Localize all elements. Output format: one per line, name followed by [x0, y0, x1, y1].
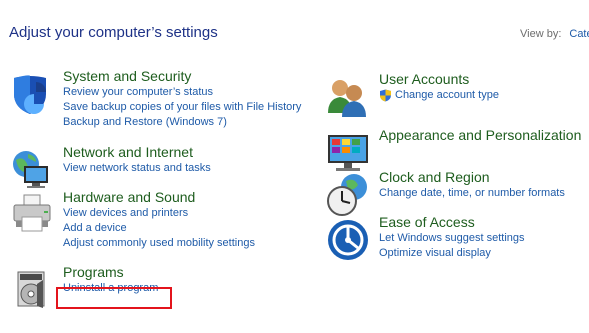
view-by-dropdown[interactable]: Cate	[569, 28, 589, 40]
category-title[interactable]: User Accounts	[379, 71, 499, 88]
link-mobility-settings[interactable]: Adjust commonly used mobility settings	[63, 236, 255, 251]
link-label: Change account type	[395, 89, 499, 101]
link-file-history[interactable]: Save backup copies of your files with Fi…	[63, 100, 301, 115]
page-title: Adjust your computer’s settings	[9, 24, 218, 41]
category-title[interactable]: Ease of Access	[379, 214, 525, 231]
category-title[interactable]: Hardware and Sound	[63, 189, 255, 206]
category-title[interactable]: System and Security	[63, 68, 301, 85]
view-by: View by: Cate	[520, 28, 589, 40]
network-globe-icon[interactable]	[10, 148, 54, 192]
link-review-status[interactable]: Review your computer’s status	[63, 85, 301, 100]
uac-shield-icon	[380, 89, 391, 102]
link-windows-suggest[interactable]: Let Windows suggest settings	[379, 231, 525, 246]
category-title[interactable]: Programs	[63, 264, 158, 281]
link-devices-printers[interactable]: View devices and printers	[63, 206, 255, 221]
clock-globe-icon[interactable]	[326, 173, 370, 217]
monitor-palette-icon[interactable]	[326, 131, 370, 175]
link-date-time-formats[interactable]: Change date, time, or number formats	[379, 186, 565, 201]
category-title[interactable]: Clock and Region	[379, 169, 565, 186]
printer-icon[interactable]	[10, 193, 54, 237]
link-network-status[interactable]: View network status and tasks	[63, 161, 211, 176]
link-add-device[interactable]: Add a device	[63, 221, 255, 236]
category-title[interactable]: Network and Internet	[63, 144, 211, 161]
users-icon[interactable]	[326, 75, 370, 119]
link-change-account-type[interactable]: Change account type	[379, 88, 499, 103]
ease-of-access-icon[interactable]	[326, 218, 370, 262]
shield-icon[interactable]	[10, 72, 54, 116]
highlight-box	[56, 287, 172, 309]
programs-disk-icon[interactable]	[10, 268, 54, 312]
view-by-label: View by:	[520, 28, 562, 40]
link-optimize-display[interactable]: Optimize visual display	[379, 246, 525, 261]
link-backup-restore[interactable]: Backup and Restore (Windows 7)	[63, 115, 301, 130]
category-title[interactable]: Appearance and Personalization	[379, 127, 581, 144]
